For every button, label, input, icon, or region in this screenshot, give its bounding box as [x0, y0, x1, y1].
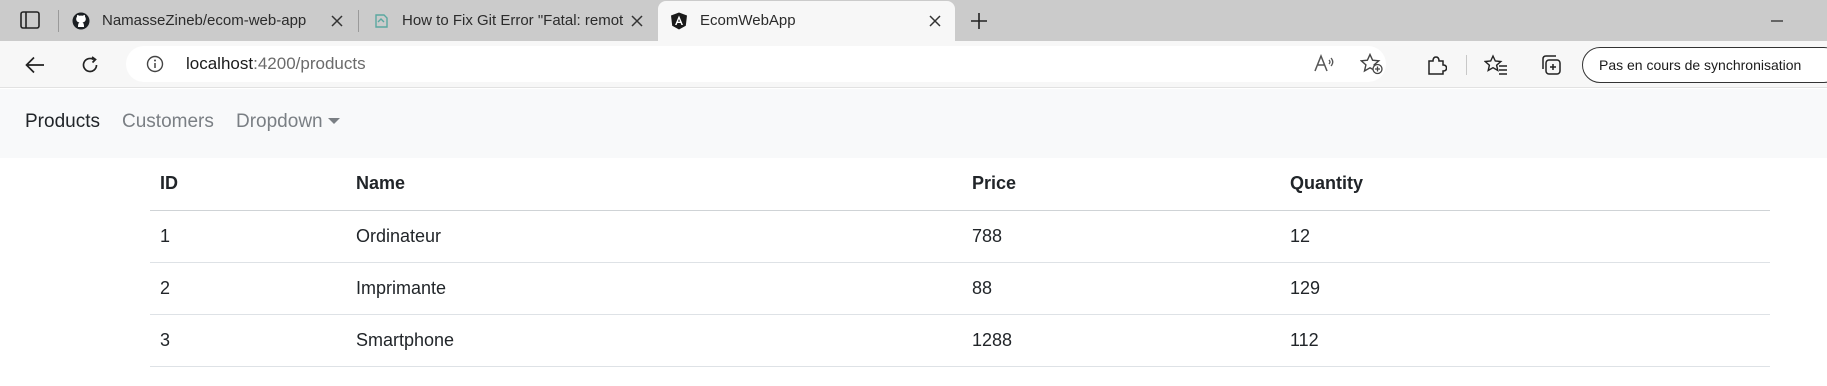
tab-title: How to Fix Git Error "Fatal: remote [402, 12, 624, 29]
sync-status-button[interactable]: Pas en cours de synchronisation [1582, 47, 1827, 83]
cell-id: 1 [150, 210, 346, 263]
nav-dropdown-label: Dropdown [236, 111, 323, 132]
url-host: localhost [186, 54, 254, 73]
cell-quantity: 12 [1280, 210, 1770, 263]
cell-quantity: 112 [1280, 314, 1770, 367]
refresh-button[interactable] [75, 50, 105, 80]
nav-link-products[interactable]: Products [25, 111, 100, 133]
plus-icon [971, 13, 987, 29]
angular-icon [670, 12, 688, 30]
table-row: 3 Smartphone 1288 112 [150, 314, 1770, 367]
cell-id: 3 [150, 314, 346, 367]
tab-github[interactable]: NamasseZineb/ecom-web-app [60, 1, 357, 41]
collections-button[interactable] [1536, 50, 1566, 80]
table-row: 1 Ordinateur 788 12 [150, 210, 1770, 263]
tab-article[interactable]: How to Fix Git Error "Fatal: remote [360, 1, 657, 41]
tab-title: NamasseZineb/ecom-web-app [102, 12, 307, 29]
back-button[interactable] [20, 50, 50, 80]
cell-price: 788 [962, 210, 1280, 263]
puzzle-icon [1428, 56, 1447, 75]
info-icon[interactable] [146, 55, 164, 73]
column-header-name: Name [346, 158, 962, 211]
tab-actions-icon [20, 11, 40, 29]
table-row: 2 Imprimante 88 129 [150, 262, 1770, 315]
tab-strip: NamasseZineb/ecom-web-app How to Fix Git… [0, 0, 1827, 41]
add-favorite-icon[interactable] [1360, 52, 1384, 76]
extensions-button[interactable] [1421, 50, 1451, 80]
close-icon[interactable] [627, 11, 647, 31]
url-text[interactable]: localhost:4200/products [186, 54, 366, 74]
tab-actions-button[interactable] [12, 7, 48, 33]
collections-icon [1542, 55, 1561, 75]
article-icon [372, 12, 390, 30]
cell-price: 1288 [962, 314, 1280, 367]
github-icon [72, 12, 90, 30]
column-header-quantity: Quantity [1280, 158, 1770, 211]
close-icon[interactable] [925, 11, 945, 31]
nav-link-customers[interactable]: Customers [122, 111, 214, 133]
new-tab-button[interactable] [966, 8, 992, 34]
nav-dropdown-toggle[interactable]: Dropdown [236, 111, 340, 133]
chevron-down-icon [327, 118, 340, 124]
cell-name: Smartphone [346, 314, 962, 367]
refresh-icon [82, 56, 98, 73]
read-aloud-icon[interactable] [1312, 52, 1336, 76]
cell-price: 88 [962, 262, 1280, 315]
address-bar[interactable]: localhost:4200/products [126, 46, 1386, 82]
cell-quantity: 129 [1280, 262, 1770, 315]
minimize-icon [1771, 20, 1783, 22]
back-arrow-icon [25, 56, 44, 74]
tab-ecomwebapp[interactable]: EcomWebApp [658, 1, 955, 41]
tab-separator [58, 10, 59, 32]
browser-toolbar: localhost:4200/products Pas en cours de … [0, 41, 1827, 88]
app-navbar: Products Customers Dropdown [0, 89, 1827, 158]
products-table: ID Name Price Quantity 1 Ordinateur 788 … [150, 158, 1770, 367]
cell-id: 2 [150, 262, 346, 315]
url-path: :4200/products [253, 54, 366, 73]
toolbar-separator [1466, 55, 1467, 75]
favorites-button[interactable] [1481, 50, 1511, 80]
column-header-id: ID [150, 158, 346, 211]
tab-separator [358, 10, 359, 32]
favorites-icon [1484, 54, 1507, 75]
cell-name: Imprimante [346, 262, 962, 315]
column-header-price: Price [962, 158, 1280, 211]
minimize-button[interactable] [1764, 8, 1790, 34]
tab-title: EcomWebApp [700, 12, 796, 29]
table-header-row: ID Name Price Quantity [150, 158, 1770, 211]
cell-name: Ordinateur [346, 210, 962, 263]
close-icon[interactable] [327, 11, 347, 31]
